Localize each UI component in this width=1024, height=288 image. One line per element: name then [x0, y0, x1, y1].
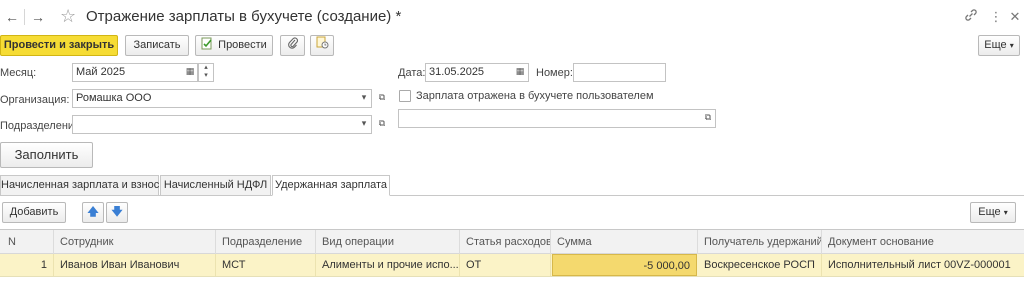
- table-row[interactable]: 1 Иванов Иван Иванович МСТ Алименты и пр…: [0, 254, 1024, 277]
- close-icon[interactable]: ✕: [1006, 8, 1024, 26]
- column-header-employee[interactable]: Сотрудник: [54, 230, 216, 254]
- post-doc-icon: [201, 37, 214, 50]
- date-calendar-icon[interactable]: ▦: [512, 63, 528, 82]
- more-vertical-icon[interactable]: ⋮: [987, 8, 1005, 26]
- paperclip-icon: [287, 37, 299, 52]
- user-field[interactable]: [398, 109, 716, 128]
- reflected-by-user-label: Зарплата отражена в бухучете пользовател…: [416, 90, 654, 102]
- nav-divider: [24, 9, 25, 25]
- more-button-label: Еще: [984, 39, 1007, 51]
- column-header-department[interactable]: Подразделение: [216, 230, 316, 254]
- page-title: Отражение зарплаты в бухучете (создание)…: [86, 8, 402, 25]
- base-document-cell[interactable]: Исполнительный лист 00VZ-000001: [822, 254, 1024, 276]
- post-button[interactable]: Провести: [195, 35, 273, 56]
- table-more-button[interactable]: Еще ▾: [970, 202, 1016, 223]
- organization-label: Организация:: [0, 94, 70, 106]
- operation-cell[interactable]: Алименты и прочие испо...: [316, 254, 460, 276]
- reflected-by-user-checkbox[interactable]: [399, 90, 411, 102]
- move-down-button[interactable]: 🡇: [106, 202, 128, 223]
- row-number[interactable]: 1: [0, 254, 54, 276]
- move-up-button[interactable]: 🡅: [82, 202, 104, 223]
- tab-strip: Начисленная зарплата и взносы Начисленны…: [0, 174, 1024, 196]
- expense-item-cell[interactable]: ОТ: [460, 254, 551, 276]
- number-field[interactable]: [573, 63, 666, 82]
- recipient-cell[interactable]: Воскресенское РОСП: [698, 254, 822, 276]
- user-open-icon[interactable]: ⧉: [700, 109, 716, 128]
- amount-cell[interactable]: -5 000,00: [552, 254, 697, 276]
- title-bar: ← → ☆ Отражение зарплаты в бухучете (соз…: [0, 0, 1024, 32]
- organization-field[interactable]: Ромашка ООО: [72, 89, 372, 108]
- tab-withheld-salary[interactable]: Удержанная зарплата: [272, 175, 390, 196]
- organization-dropdown-icon[interactable]: ▾: [356, 89, 372, 108]
- table-more-label: Еще: [978, 206, 1001, 218]
- column-header-operation[interactable]: Вид операции: [316, 230, 460, 254]
- dropdown-arrow-icon: ▾: [1009, 41, 1014, 50]
- department-field[interactable]: [72, 115, 372, 134]
- department-open-icon[interactable]: ⧉: [374, 115, 390, 134]
- department-dropdown-icon[interactable]: ▾: [356, 115, 372, 134]
- document-structure-icon: [316, 36, 329, 52]
- favorite-star-icon[interactable]: ☆: [60, 5, 76, 27]
- column-header-n[interactable]: N: [0, 230, 54, 254]
- table-header: N Сотрудник Подразделение Вид операции С…: [0, 230, 1024, 254]
- add-row-button[interactable]: Добавить: [2, 202, 66, 223]
- department-label: Подразделение:: [0, 120, 84, 132]
- forward-arrow-icon[interactable]: →: [28, 8, 48, 26]
- back-arrow-icon[interactable]: ←: [2, 8, 22, 26]
- arrow-down-icon: 🡇: [111, 206, 123, 218]
- attach-files-button[interactable]: [280, 35, 305, 56]
- month-stepper[interactable]: ▴ ▾: [198, 63, 214, 82]
- month-label: Месяц:: [0, 67, 37, 79]
- month-field[interactable]: Май 2025: [72, 63, 198, 82]
- tab-accrued-ndfl[interactable]: Начисленный НДФЛ: [160, 175, 271, 196]
- report-structure-button[interactable]: [310, 35, 334, 56]
- number-label: Номер:: [536, 67, 573, 79]
- withheld-salary-table: N Сотрудник Подразделение Вид операции С…: [0, 229, 1024, 288]
- post-button-label: Провести: [218, 39, 267, 51]
- fill-button[interactable]: Заполнить: [0, 142, 93, 168]
- save-button[interactable]: Записать: [125, 35, 189, 56]
- date-label: Дата:: [398, 67, 426, 79]
- more-actions-button[interactable]: Еще ▾: [978, 35, 1020, 56]
- column-header-base-document[interactable]: Документ основание: [822, 230, 1024, 254]
- column-header-amount[interactable]: Сумма: [551, 230, 698, 254]
- column-header-expense-item[interactable]: Статья расходов: [460, 230, 551, 254]
- calendar-icon[interactable]: ▦: [182, 63, 198, 82]
- employee-cell[interactable]: Иванов Иван Иванович: [54, 254, 216, 276]
- organization-open-icon[interactable]: ⧉: [374, 89, 390, 108]
- arrow-up-icon: 🡅: [87, 206, 99, 218]
- tab-accrued-salary[interactable]: Начисленная зарплата и взносы: [0, 175, 167, 196]
- department-cell[interactable]: МСТ: [216, 254, 316, 276]
- column-header-recipient[interactable]: Получатель удержаний: [698, 230, 822, 254]
- table-more-arrow-icon: ▾: [1003, 208, 1008, 217]
- post-and-close-button[interactable]: Провести и закрыть: [0, 35, 118, 56]
- link-icon[interactable]: [962, 8, 980, 26]
